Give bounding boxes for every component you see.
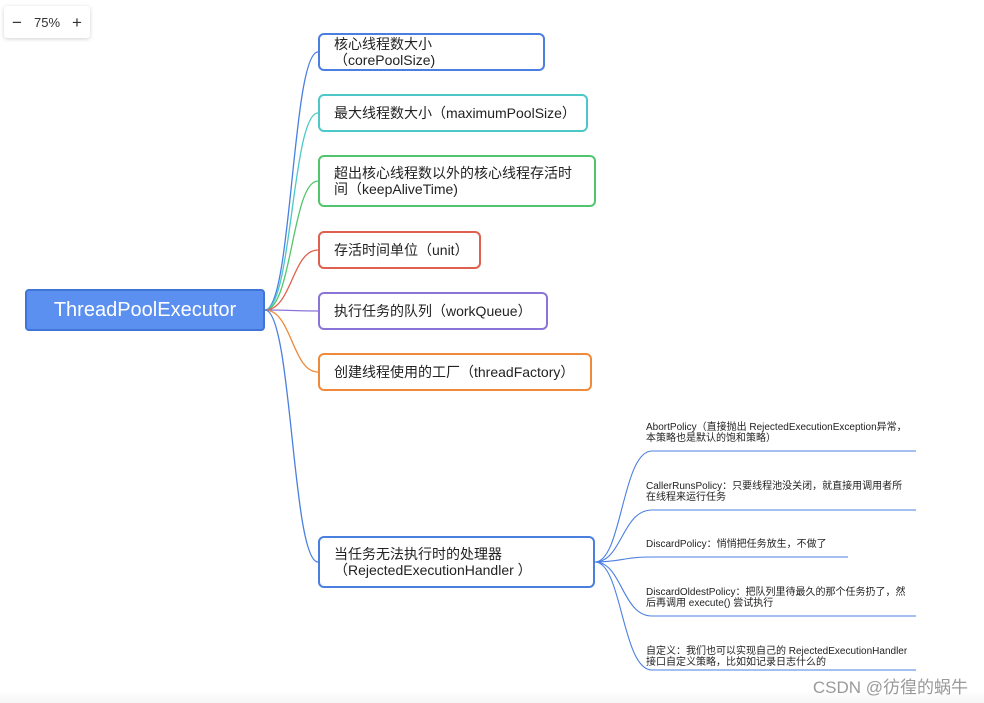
policy-abortpolicy[interactable]: AbortPolicy（直接抛出 RejectedExecutionExcept… [646, 422, 912, 444]
root-node-label: ThreadPoolExecutor [53, 298, 237, 321]
policy-discardoldestpolicy[interactable]: DiscardOldestPolicy：把队列里待最久的那个任务扔了，然后再调用… [646, 587, 912, 609]
node-keepalivetime[interactable]: 超出核心线程数以外的核心线程存活时间（keepAliveTime) [318, 155, 596, 207]
node-unit[interactable]: 存活时间单位（unit） [318, 231, 481, 269]
bottom-shade [0, 691, 984, 703]
node-threadfactory[interactable]: 创建线程使用的工厂（threadFactory） [318, 353, 592, 391]
node-label: 执行任务的队列（workQueue） [334, 303, 532, 319]
node-maximumpoolsize[interactable]: 最大线程数大小（maximumPoolSize） [318, 94, 588, 132]
connector-corepoolsize [264, 51, 319, 311]
node-label: 核心线程数大小（corePoolSize) [334, 36, 436, 68]
node-label: 当任务无法执行时的处理器（RejectedExecutionHandler ） [334, 546, 532, 578]
policy-discardpolicy[interactable]: DiscardPolicy：悄悄把任务放生，不做了 [646, 539, 912, 550]
node-workqueue[interactable]: 执行任务的队列（workQueue） [318, 292, 548, 330]
node-corepoolsize[interactable]: 核心线程数大小（corePoolSize) [318, 33, 545, 71]
connector-keepalivetime [264, 180, 319, 311]
node-rejectedexecutionhandler[interactable]: 当任务无法执行时的处理器（RejectedExecutionHandler ） [318, 536, 595, 588]
node-label: 存活时间单位（unit） [334, 242, 469, 258]
root-node-threadpoolexecutor[interactable]: ThreadPoolExecutor [25, 289, 265, 331]
node-label: 创建线程使用的工厂（threadFactory） [334, 364, 575, 380]
node-label: 最大线程数大小（maximumPoolSize） [334, 105, 576, 121]
connector-callerrunspolicy [594, 509, 916, 563]
policy-custom[interactable]: 自定义：我们也可以实现自己的 RejectedExecutionHandler … [646, 646, 912, 668]
node-label: 超出核心线程数以外的核心线程存活时间（keepAliveTime) [334, 165, 572, 197]
policy-callerrunspolicy[interactable]: CallerRunsPolicy：只要线程池没关闭，就直接用调用者所在线程来运行… [646, 481, 912, 503]
connector-workqueue [264, 309, 319, 312]
connector-rejectedhandler [264, 309, 319, 563]
connector-discardpolicy [594, 556, 848, 563]
